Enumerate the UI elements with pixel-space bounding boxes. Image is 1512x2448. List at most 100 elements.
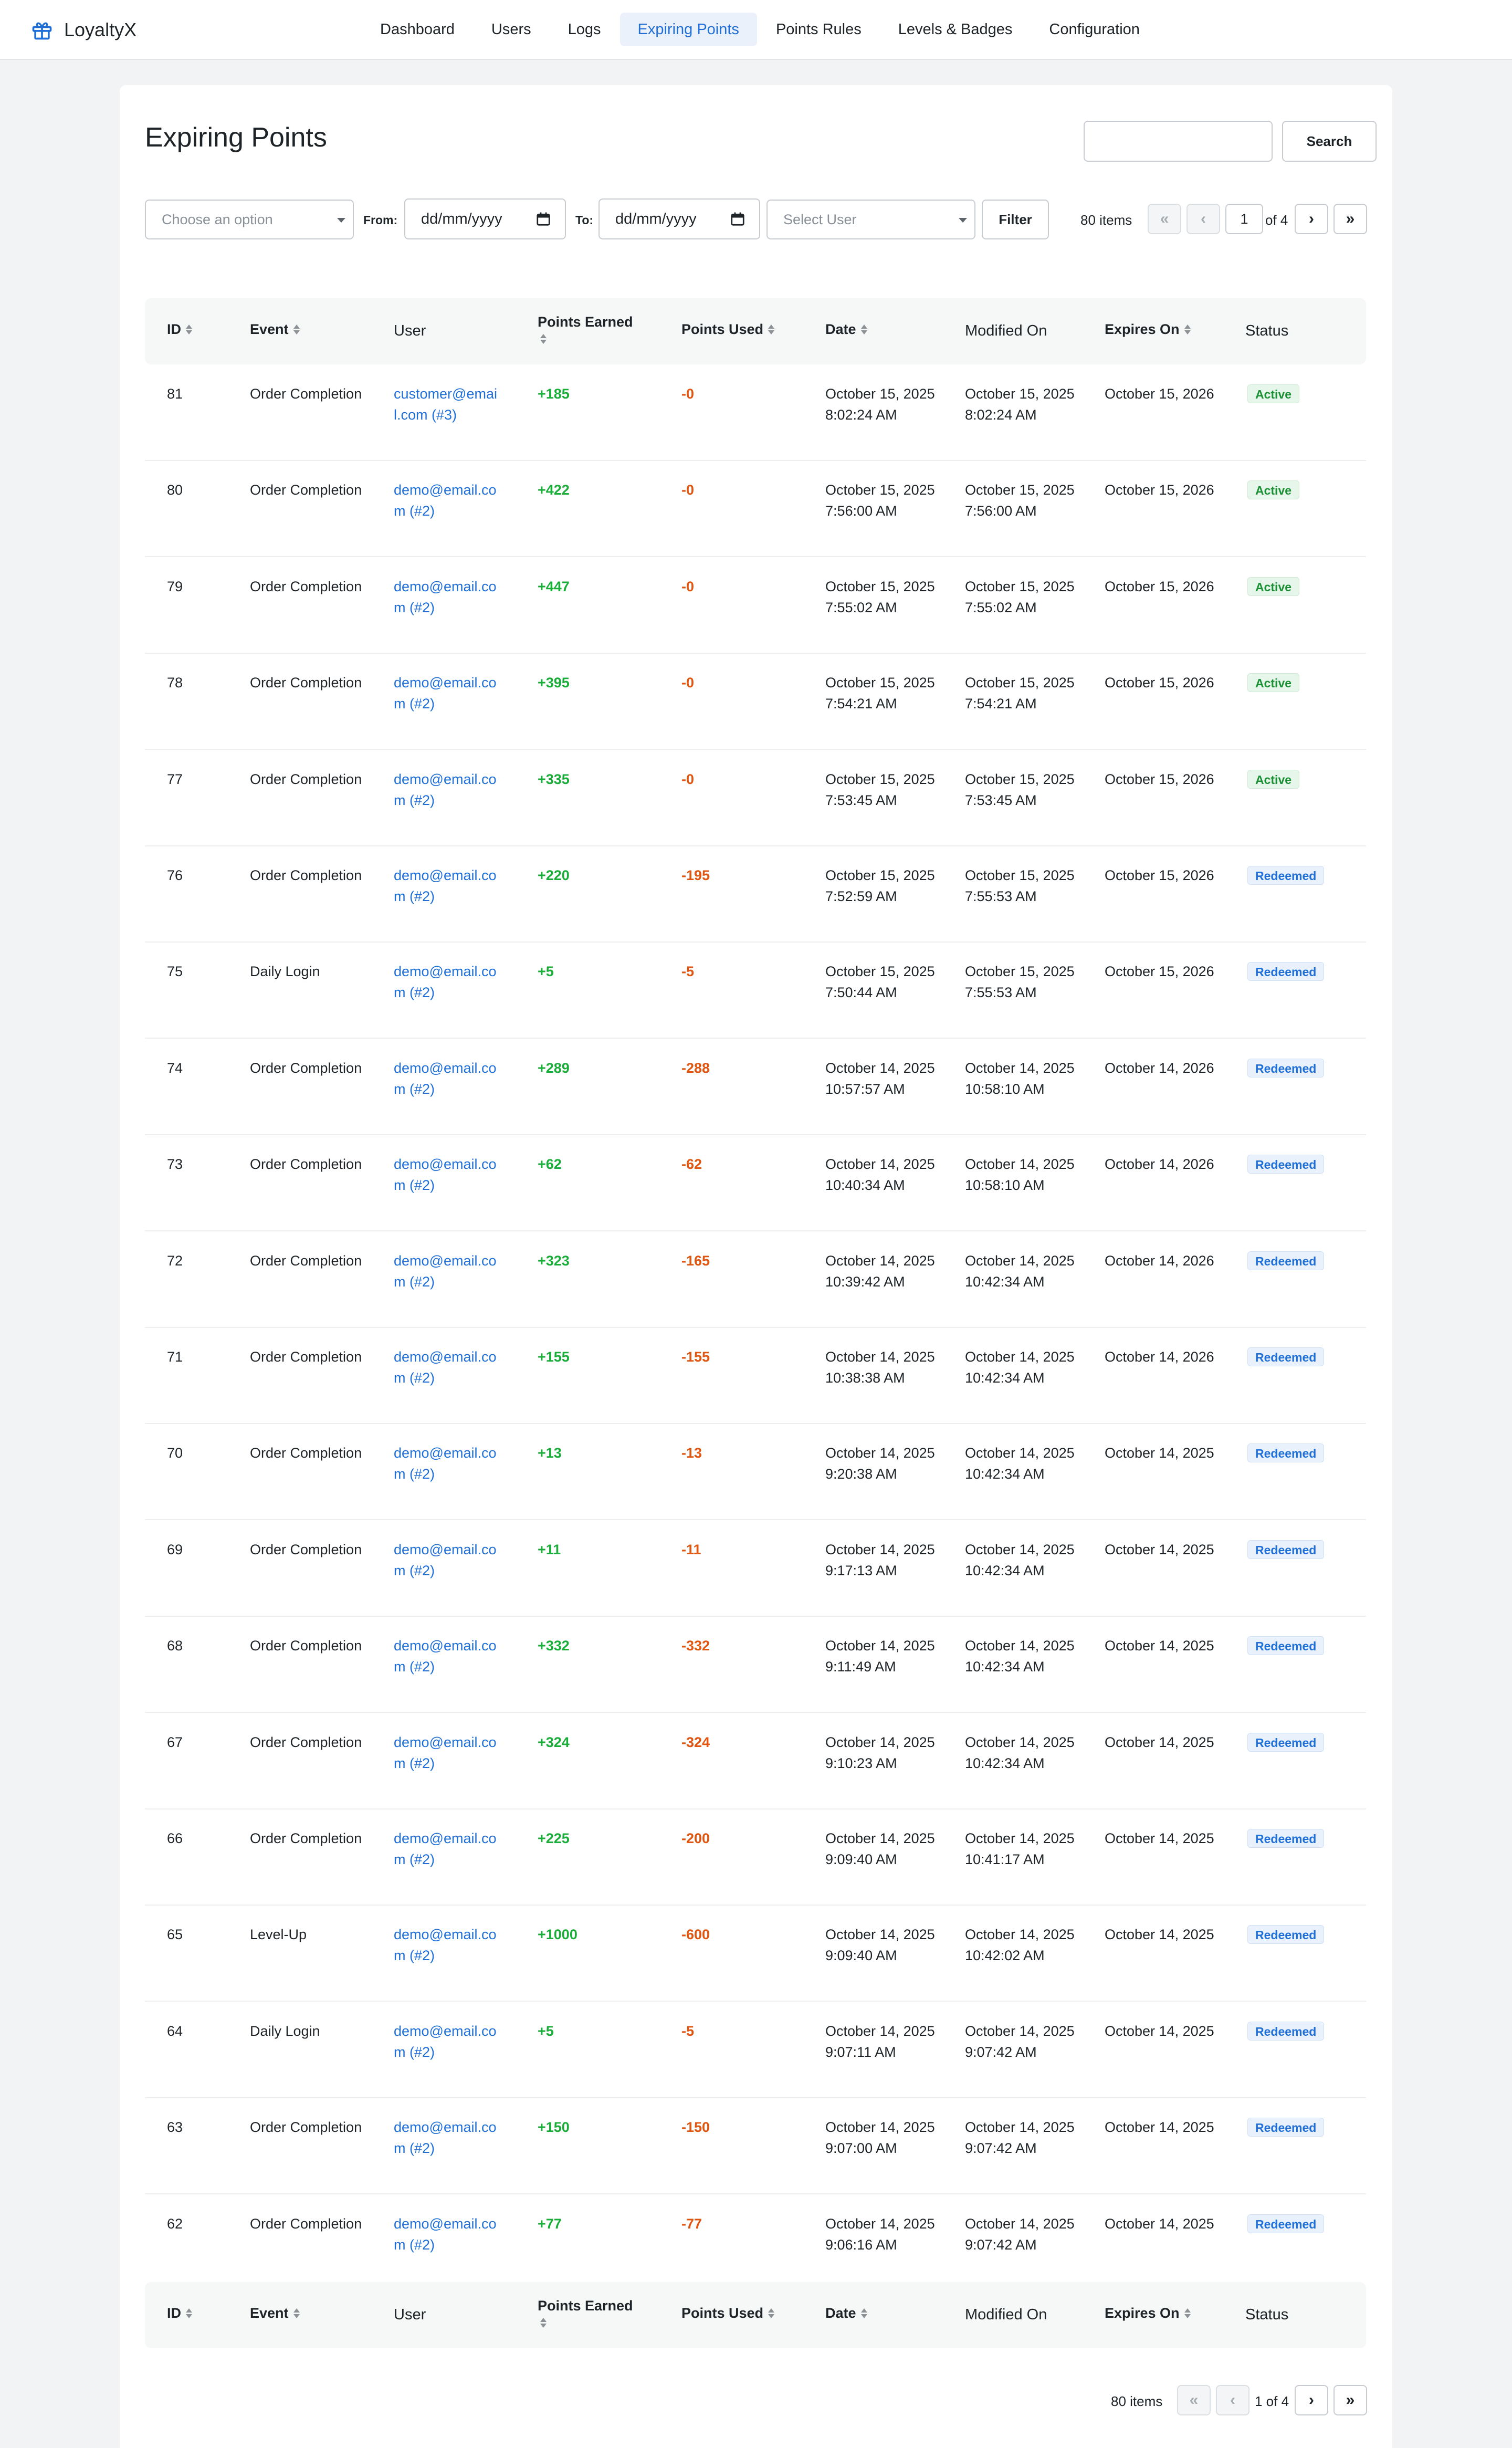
last-page-button[interactable]: »	[1334, 204, 1367, 234]
search-button[interactable]: Search	[1282, 121, 1377, 162]
prev-page-button[interactable]: ‹	[1186, 204, 1220, 234]
page-title: Expiring Points	[145, 122, 327, 153]
cell-user-link[interactable]: demo@email.com (#2)	[394, 2213, 504, 2255]
cell-user-link[interactable]: demo@email.com (#2)	[394, 961, 504, 1003]
table-row: 65 Level-Up demo@email.com (#2) +1000 -600 Oc…	[145, 1905, 1366, 2002]
table-row: 67 Order Completion demo@email.com (#2) +32…	[145, 1713, 1366, 1809]
cell-user-link[interactable]: demo@email.com (#2)	[394, 1058, 504, 1100]
brand[interactable]: LoyaltyX	[30, 16, 136, 44]
sort-icon	[540, 2317, 547, 2329]
cell-user-link[interactable]: demo@email.com (#2)	[394, 1924, 504, 1966]
cell-user-link[interactable]: demo@email.com (#2)	[394, 1635, 504, 1677]
to-date-placeholder: dd/mm/yyyy	[615, 210, 697, 227]
search-input[interactable]	[1084, 121, 1273, 162]
next-page-button-bottom[interactable]: ›	[1295, 2385, 1328, 2415]
status-badge: Redeemed	[1247, 2118, 1325, 2137]
cell-user-link[interactable]: demo@email.com (#2)	[394, 2117, 504, 2159]
cell-points-used: -600	[681, 1927, 710, 1943]
event-filter-select[interactable]: Choose an option	[145, 200, 354, 239]
cell-user-link[interactable]: demo@email.com (#2)	[394, 479, 504, 521]
col-date-header[interactable]: Date	[825, 321, 868, 338]
nav-users[interactable]: Users	[474, 13, 549, 46]
col-expires-label: Expires On	[1105, 321, 1180, 337]
col-modified-header: Modified On	[965, 322, 1047, 339]
current-page-input[interactable]: 1	[1225, 204, 1263, 234]
first-page-button[interactable]: «	[1148, 204, 1181, 234]
col-points-used-header[interactable]: Points Used	[681, 321, 775, 338]
cell-expires-on: October 14, 2025	[1105, 1927, 1214, 1943]
user-filter-select[interactable]: Select User	[766, 200, 975, 239]
calendar-icon[interactable]	[730, 211, 746, 227]
col-id-header[interactable]: ID	[167, 321, 193, 338]
nav-levels-badges[interactable]: Levels & Badges	[880, 13, 1031, 46]
page-total: of 4	[1265, 212, 1288, 228]
cell-user-link[interactable]: demo@email.com (#2)	[394, 1346, 504, 1388]
from-date-input[interactable]: dd/mm/yyyy	[404, 198, 566, 239]
cell-user-link[interactable]: demo@email.com (#2)	[394, 1442, 504, 1484]
cell-points-used: -0	[681, 771, 695, 787]
last-page-button-bottom[interactable]: »	[1334, 2385, 1367, 2415]
cell-id: 79	[167, 578, 183, 594]
cell-event: Order Completion	[250, 386, 362, 402]
col-points-used-header[interactable]: Points Used	[681, 2305, 775, 2321]
prev-page-button-bottom[interactable]: ‹	[1216, 2385, 1250, 2415]
nav-points-rules[interactable]: Points Rules	[758, 13, 879, 46]
calendar-icon[interactable]	[536, 211, 551, 227]
col-date-header[interactable]: Date	[825, 2305, 868, 2321]
cell-event: Order Completion	[250, 1734, 362, 1750]
cell-id: 74	[167, 1060, 183, 1076]
sort-icon	[860, 2308, 868, 2319]
cell-user-link[interactable]: demo@email.com (#2)	[394, 1732, 504, 1774]
status-badge: Active	[1247, 769, 1300, 789]
cell-user-link[interactable]: demo@email.com (#2)	[394, 1154, 504, 1196]
cell-user-link[interactable]: demo@email.com (#2)	[394, 769, 504, 811]
nav-configuration[interactable]: Configuration	[1031, 13, 1158, 46]
cell-points-used: -77	[681, 2215, 702, 2232]
main-nav: Dashboard Users Logs Expiring Points Poi…	[362, 13, 1159, 46]
nav-expiring-points[interactable]: Expiring Points	[620, 13, 757, 46]
cell-modified-on: October 14, 2025 9:07:42 AM	[965, 2215, 1075, 2253]
col-expires-header[interactable]: Expires On	[1105, 321, 1191, 338]
cell-user-link[interactable]: demo@email.com (#2)	[394, 1539, 504, 1581]
cell-event: Order Completion	[250, 675, 362, 691]
cell-expires-on: October 15, 2026	[1105, 482, 1214, 498]
cell-id: 75	[167, 964, 183, 980]
cell-id: 62	[167, 2215, 183, 2232]
nav-dashboard[interactable]: Dashboard	[362, 13, 472, 46]
cell-points-used: -0	[681, 675, 695, 691]
cell-user-link[interactable]: demo@email.com (#2)	[394, 1828, 504, 1870]
to-date-input[interactable]: dd/mm/yyyy	[598, 198, 760, 239]
col-id-header[interactable]: ID	[167, 2305, 193, 2321]
col-event-header[interactable]: Event	[250, 321, 300, 338]
col-points-earned-header[interactable]: Points Earned	[538, 2298, 633, 2329]
cell-points-earned: +185	[538, 386, 570, 402]
cell-date: October 14, 2025 10:57:57 AM	[825, 1060, 935, 1097]
cell-expires-on: October 15, 2026	[1105, 964, 1214, 980]
cell-expires-on: October 15, 2026	[1105, 771, 1214, 787]
cell-points-used: -288	[681, 1060, 710, 1076]
event-filter-placeholder: Choose an option	[162, 211, 273, 227]
next-page-button[interactable]: ›	[1295, 204, 1328, 234]
filter-button[interactable]: Filter	[982, 200, 1049, 239]
cell-points-earned: +324	[538, 1734, 570, 1750]
first-page-button-bottom[interactable]: «	[1177, 2385, 1211, 2415]
cell-id: 70	[167, 1445, 183, 1461]
cell-user-link[interactable]: demo@email.com (#2)	[394, 576, 504, 618]
cell-date: October 15, 2025 7:50:44 AM	[825, 964, 935, 1001]
cell-user-link[interactable]: demo@email.com (#2)	[394, 865, 504, 907]
cell-modified-on: October 15, 2025 8:02:24 AM	[965, 386, 1075, 423]
table-row: 62 Order Completion demo@email.com (#2) +77…	[145, 2194, 1366, 2291]
col-points-earned-header[interactable]: Points Earned	[538, 314, 633, 345]
cell-points-used: -0	[681, 482, 695, 498]
cell-user-link[interactable]: customer@email.com (#3)	[394, 383, 504, 425]
col-points-used-label: Points Used	[681, 321, 764, 337]
cell-user-link[interactable]: demo@email.com (#2)	[394, 672, 504, 714]
nav-logs[interactable]: Logs	[550, 13, 619, 46]
cell-user-link[interactable]: demo@email.com (#2)	[394, 2021, 504, 2063]
to-label: To:	[575, 213, 594, 227]
status-badge: Redeemed	[1247, 1829, 1325, 1848]
cell-points-earned: +13	[538, 1445, 562, 1461]
col-event-header[interactable]: Event	[250, 2305, 300, 2321]
cell-user-link[interactable]: demo@email.com (#2)	[394, 1250, 504, 1292]
col-expires-header[interactable]: Expires On	[1105, 2305, 1191, 2321]
